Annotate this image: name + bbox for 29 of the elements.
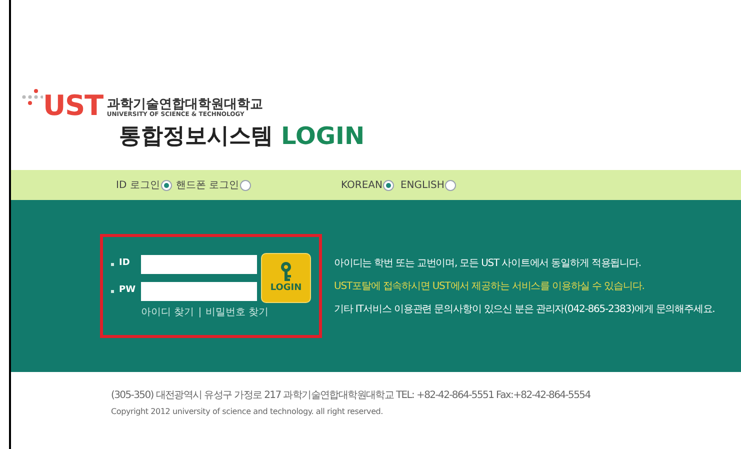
system-title: 통합정보시스템 (119, 126, 273, 148)
notice-text: UST포탈에 접속하시면 UST에서 제공하는 서비스를 이용하실 수 있습니다. (334, 280, 646, 294)
id-input[interactable] (141, 254, 257, 274)
login-button[interactable]: LOGIN (261, 252, 311, 302)
login-type-label: 핸드폰 로그인 (176, 178, 240, 192)
login-type-label: ID 로그인 (116, 178, 160, 192)
bullet-icon (111, 262, 114, 266)
key-icon (279, 260, 293, 282)
radio-button[interactable] (240, 180, 252, 190)
bullet-icon (111, 290, 114, 292)
pw-label: PW (119, 284, 137, 298)
language-label: ENGLISH (400, 178, 444, 192)
logo-mark: UST (43, 92, 103, 120)
password-input[interactable] (141, 282, 257, 300)
radio-button[interactable] (383, 180, 394, 190)
language-label: KOREAN (341, 178, 382, 192)
footer-address: (305-350) 대전광역시 유성구 가정로 217 과학기술연합대학원대학교 TEL: +82-42-864-5551 Fax:+82-42-864-5554 (111, 389, 592, 403)
radio-button[interactable] (160, 180, 172, 190)
notice-text: 기타 IT서비스 이용관련 문의사항이 있으신 분은 관리자(042-865-2383)에게 문의해주세요. (334, 302, 715, 316)
login-title: LOGIN (281, 124, 365, 148)
find-id-link[interactable]: 아이디 찾기 (141, 304, 194, 320)
university-name: 과학기술연합대학원대학교 (106, 98, 263, 111)
id-label: ID (119, 257, 131, 270)
link-separator: | (198, 306, 202, 320)
radio-button[interactable] (445, 180, 456, 190)
notice-text: 아이디는 학번 또는 교번이며, 모든 UST 사이트에서 동일하게 적용됩니다. (334, 256, 642, 270)
find-password-link[interactable]: 비밀번호 찾기 (206, 304, 269, 320)
dots-icon (21, 88, 43, 106)
footer-copyright: Copyright 2012 university of science and technology. all right reserved. (111, 406, 384, 418)
